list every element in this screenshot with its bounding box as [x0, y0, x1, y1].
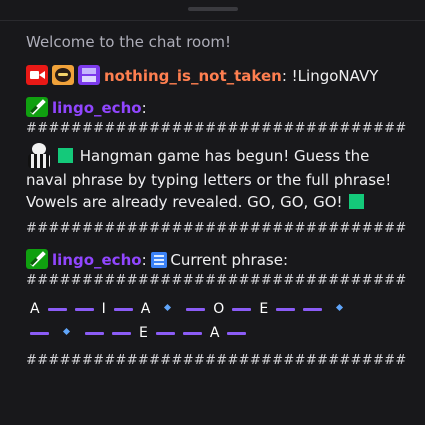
- phrase-word-gap: [335, 306, 345, 312]
- live-camera-badge-icon[interactable]: [26, 65, 48, 85]
- username[interactable]: nothing_is_not_taken: [104, 67, 282, 85]
- phrase-word-gap: [163, 306, 173, 312]
- abc-emote-icon: [151, 252, 168, 268]
- chat-window: Welcome to the chat room! nothing_is_not…: [0, 0, 425, 425]
- phrase-letter: I: [101, 301, 106, 317]
- green-square-icon: [58, 148, 73, 163]
- message-text: !LingoNAVY: [291, 67, 379, 85]
- phrase-blank: [303, 307, 323, 311]
- announcement-text: Vowels are already revealed. GO, GO, GO!: [26, 193, 343, 211]
- hash-divider: ##################################: [26, 121, 407, 136]
- chat-message: nothing_is_not_taken: !LingoNAVY: [26, 65, 409, 87]
- phrase-blank: [276, 307, 296, 311]
- phrase-blank: [85, 331, 104, 335]
- phrase-blank: [232, 307, 252, 311]
- chat-message: lingo_echo:: [26, 97, 409, 119]
- phrase-blank: [74, 307, 94, 311]
- phrase-blank: [182, 331, 202, 335]
- announcement-line-2: naval phrase by typing letters or the fu…: [26, 171, 392, 189]
- chat-feed[interactable]: Welcome to the chat room! nothing_is_not…: [26, 31, 409, 371]
- phrase-blank: [155, 331, 175, 335]
- referee-emote-icon: [26, 141, 54, 169]
- phrase-row-1: AIAOE: [26, 297, 409, 321]
- message-separator: :: [281, 67, 292, 85]
- phrase-letter: E: [259, 301, 269, 317]
- phrase-blank: [113, 307, 133, 311]
- phrase-row-2: EA: [26, 321, 409, 345]
- divider: [0, 20, 425, 21]
- chat-message: lingo_echo: Current phrase:: [26, 249, 409, 271]
- username[interactable]: lingo_echo: [52, 99, 142, 117]
- phrase-blank: [186, 307, 206, 311]
- phrase-letter: E: [139, 325, 148, 341]
- announcement-line-1: Hangman game has begun! Guess the: [26, 141, 409, 169]
- message-text: Current phrase:: [170, 251, 288, 269]
- message-separator: :: [141, 251, 147, 269]
- phrase-blank: [30, 331, 49, 335]
- hash-divider: ##################################: [26, 353, 407, 368]
- green-square-icon: [349, 194, 365, 209]
- phrase-letter: A: [209, 325, 220, 341]
- phrase-word-gap: [62, 330, 72, 336]
- purple-grid-badge-icon[interactable]: [78, 65, 100, 85]
- phrase-letter: A: [140, 301, 151, 317]
- hash-divider: ##################################: [26, 273, 407, 288]
- phrase-blank: [47, 307, 67, 311]
- green-sword-badge-icon[interactable]: [26, 249, 48, 269]
- bomber-face-badge-icon[interactable]: [52, 65, 74, 85]
- resize-handle[interactable]: [188, 7, 238, 11]
- announcement-text: Hangman game has begun! Guess the: [79, 147, 370, 165]
- phrase-letter: A: [30, 301, 40, 317]
- announcement-line-3: Vowels are already revealed. GO, GO, GO!: [26, 191, 409, 213]
- hash-divider: ##################################: [26, 221, 407, 236]
- green-sword-badge-icon[interactable]: [26, 97, 48, 117]
- phrase-blank: [112, 331, 131, 335]
- message-separator: :: [141, 99, 147, 117]
- phrase-letter: O: [213, 301, 225, 317]
- welcome-message: Welcome to the chat room!: [26, 33, 232, 51]
- username[interactable]: lingo_echo: [52, 251, 142, 269]
- phrase-blank: [227, 331, 247, 335]
